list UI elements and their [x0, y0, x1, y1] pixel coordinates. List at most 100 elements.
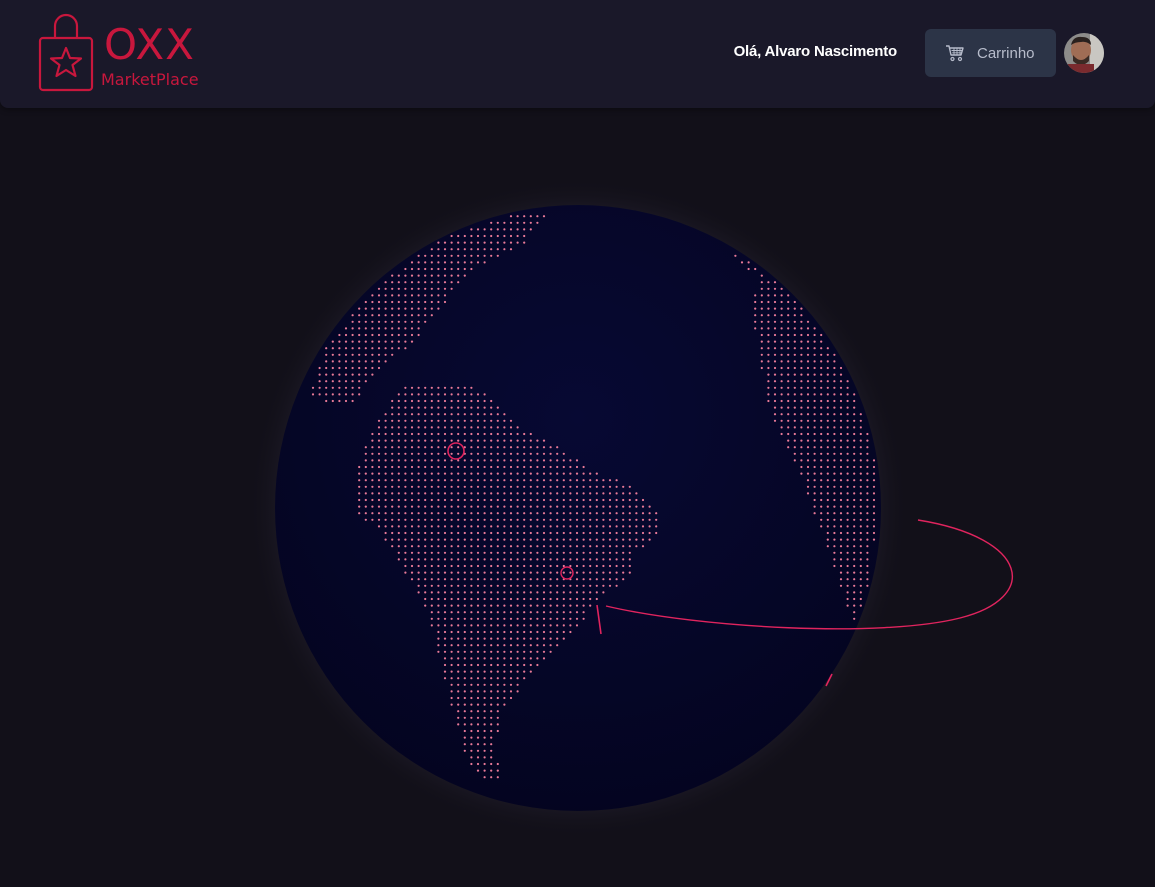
land-dot: [826, 538, 829, 541]
land-dot: [523, 617, 526, 620]
land-dot: [384, 307, 387, 310]
land-dot: [470, 749, 473, 752]
land-dot: [483, 518, 486, 521]
land-dot: [437, 393, 440, 396]
land-dot: [780, 399, 783, 403]
land-dot: [424, 281, 427, 284]
land-dot: [457, 465, 460, 469]
land-dot: [397, 551, 400, 554]
land-dot: [338, 340, 341, 343]
land-dot: [754, 267, 757, 271]
land-dot: [767, 327, 770, 330]
land-dot: [470, 657, 473, 660]
land-dot: [602, 505, 605, 508]
land-dot: [767, 366, 770, 370]
globe-ocean: [275, 205, 881, 811]
land-dot: [523, 545, 526, 548]
land-dot: [813, 439, 816, 442]
land-dot: [443, 472, 447, 475]
land-dot: [820, 347, 823, 350]
land-dot: [582, 492, 585, 495]
land-dot: [641, 498, 645, 502]
land-dot: [443, 393, 447, 396]
land-dot: [523, 446, 526, 449]
land-dot: [384, 525, 387, 528]
land-dot: [575, 551, 579, 554]
land-dot: [780, 353, 783, 356]
land-dot: [820, 485, 823, 488]
land-dot: [417, 333, 420, 337]
land-dot: [839, 505, 843, 508]
land-dot: [569, 538, 572, 541]
land-dot: [483, 710, 486, 713]
land-dot: [826, 459, 829, 462]
land-dot: [457, 696, 460, 700]
land-dot: [602, 512, 605, 515]
land-dot: [839, 551, 843, 554]
land-dot: [833, 564, 836, 568]
land-dot: [582, 617, 585, 620]
land-dot: [470, 703, 473, 706]
land-dot: [384, 287, 387, 290]
land-dot: [754, 300, 757, 304]
land-dot: [371, 472, 374, 475]
land-dot: [443, 650, 447, 653]
user-avatar[interactable]: [1064, 33, 1104, 73]
land-dot: [391, 446, 394, 449]
land-dot: [575, 604, 579, 607]
land-dot: [529, 215, 532, 218]
land-dot: [536, 657, 539, 660]
brand-logo[interactable]: OXX MarketPlace: [38, 12, 218, 96]
land-dot: [391, 492, 394, 495]
land-dot: [443, 248, 447, 251]
land-dot: [846, 393, 849, 396]
land-dot: [509, 228, 513, 231]
land-dot: [470, 267, 473, 271]
land-dot: [424, 465, 427, 469]
land-dot: [384, 512, 387, 515]
land-dot: [463, 439, 466, 442]
land-dot: [397, 452, 400, 455]
land-dot: [549, 624, 552, 627]
cart-button[interactable]: Carrinho: [925, 29, 1056, 77]
land-dot: [410, 294, 414, 297]
land-dot: [833, 472, 836, 475]
land-dot: [793, 439, 796, 442]
land-dot: [457, 505, 460, 508]
land-dot: [839, 472, 843, 475]
land-dot: [338, 366, 341, 370]
land-dot: [404, 446, 407, 449]
land-dot: [529, 479, 532, 482]
land-dot: [853, 512, 856, 515]
land-dot: [424, 419, 427, 422]
land-dot: [793, 340, 796, 343]
globe-visualization[interactable]: [0, 108, 1155, 887]
land-dot: [602, 525, 605, 528]
land-dot: [463, 690, 466, 693]
land-dot: [516, 683, 519, 686]
land-dot: [608, 505, 612, 508]
land-dot: [549, 525, 552, 528]
land-dot: [523, 657, 526, 660]
land-dot: [496, 591, 499, 594]
land-dot: [569, 630, 572, 634]
land-dot: [760, 353, 763, 356]
land-dot: [839, 380, 843, 383]
land-dot: [371, 366, 374, 370]
land-dot: [602, 518, 605, 521]
land-dot: [430, 459, 433, 462]
land-dot: [496, 254, 499, 257]
land-dot: [523, 498, 526, 502]
land-dot: [496, 683, 499, 686]
land-dot: [542, 479, 546, 482]
land-dot: [556, 617, 559, 620]
land-dot: [476, 630, 480, 634]
land-dot: [503, 637, 506, 640]
land-dot: [523, 578, 526, 581]
land-dot: [806, 413, 810, 416]
land-dot: [569, 492, 572, 495]
land-dot: [397, 333, 400, 337]
land-dot: [780, 419, 783, 422]
land-dot: [450, 677, 453, 680]
land-dot: [490, 234, 493, 238]
